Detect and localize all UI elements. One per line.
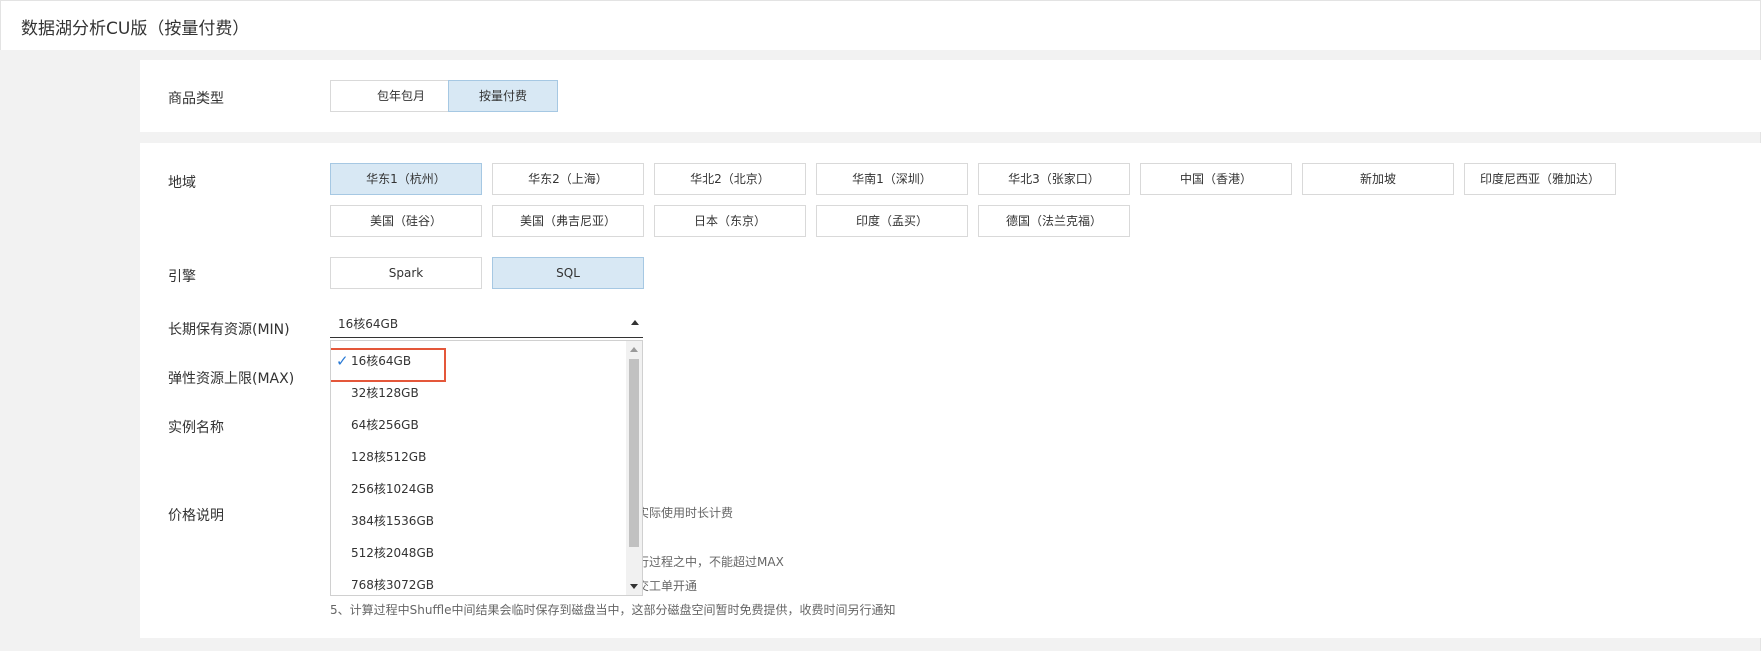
region-option-singapore[interactable]: 新加坡 (1302, 163, 1454, 195)
scrollbar-thumb[interactable] (629, 359, 639, 547)
dropdown-option-label: 768核3072GB (351, 578, 434, 592)
instance-name-label: 实例名称 (168, 420, 224, 436)
region-option-jakarta[interactable]: 印度尼西亚（雅加达） (1464, 163, 1616, 195)
min-resource-select[interactable]: 16核64GB (330, 308, 643, 338)
dropdown-option[interactable]: 512核2048GB (331, 537, 627, 569)
price-note-4: 交工单开通 (637, 579, 698, 593)
price-note-3: 行过程之中，不能超过MAX (637, 555, 784, 569)
caret-up-icon (631, 320, 639, 325)
price-note-1: 实际使用时长计费 (637, 506, 734, 520)
region-option-tokyo[interactable]: 日本（东京） (654, 205, 806, 237)
region-option-shenzhen[interactable]: 华南1（深圳） (816, 163, 968, 195)
page-header: 数据湖分析CU版（按量付费） (0, 0, 1761, 50)
region-option-frankfurt[interactable]: 德国（法兰克福） (978, 205, 1130, 237)
dropdown-option-label: 256核1024GB (351, 482, 434, 496)
min-resource-label: 长期保有资源(MIN) (168, 322, 290, 338)
engine-option-spark[interactable]: Spark (330, 257, 482, 289)
region-option-zhangjiakou[interactable]: 华北3（张家口） (978, 163, 1130, 195)
engine-label: 引擎 (168, 269, 196, 285)
region-label: 地域 (168, 175, 196, 191)
min-resource-dropdown: ✓ 16核64GB 32核128GB 64核256GB 128核512GB 25… (330, 340, 643, 596)
product-type-option-pay-as-you-go[interactable]: 按量付费 (448, 80, 558, 112)
dropdown-option[interactable]: 64核256GB (331, 409, 627, 441)
product-type-label: 商品类型 (168, 91, 224, 107)
dropdown-option-label: 384核1536GB (351, 514, 434, 528)
dropdown-scrollbar[interactable] (626, 341, 642, 595)
dropdown-option[interactable]: 768核3072GB (331, 569, 627, 595)
price-note-5: 5、计算过程中Shuffle中间结果会临时保存到磁盘当中，这部分磁盘空间暂时免费… (330, 603, 896, 617)
dropdown-option[interactable]: 256核1024GB (331, 473, 627, 505)
dropdown-option-label: 512核2048GB (351, 546, 434, 560)
region-option-silicon-valley[interactable]: 美国（硅谷） (330, 205, 482, 237)
dropdown-option-label: 64核256GB (351, 418, 419, 432)
dropdown-option[interactable]: 32核128GB (331, 377, 627, 409)
dropdown-option[interactable]: ✓ 16核64GB (331, 345, 627, 382)
dropdown-option-label: 128核512GB (351, 450, 427, 464)
page-title: 数据湖分析CU版（按量付费） (21, 19, 250, 39)
region-option-hangzhou[interactable]: 华东1（杭州） (330, 163, 482, 195)
region-option-virginia[interactable]: 美国（弗吉尼亚） (492, 205, 644, 237)
dropdown-option[interactable]: 384核1536GB (331, 505, 627, 537)
region-option-hongkong[interactable]: 中国（香港） (1140, 163, 1292, 195)
region-option-shanghai[interactable]: 华东2（上海） (492, 163, 644, 195)
region-option-beijing[interactable]: 华北2（北京） (654, 163, 806, 195)
scroll-down-arrow-icon[interactable] (630, 584, 638, 589)
engine-option-sql[interactable]: SQL (492, 257, 644, 289)
min-resource-select-value: 16核64GB (338, 317, 399, 331)
region-option-mumbai[interactable]: 印度（孟买） (816, 205, 968, 237)
scroll-up-arrow-icon[interactable] (630, 347, 638, 352)
max-resource-label: 弹性资源上限(MAX) (168, 371, 295, 387)
price-label: 价格说明 (168, 508, 224, 524)
dropdown-option[interactable]: 128核512GB (331, 441, 627, 473)
dropdown-option-label: 32核128GB (351, 386, 419, 400)
